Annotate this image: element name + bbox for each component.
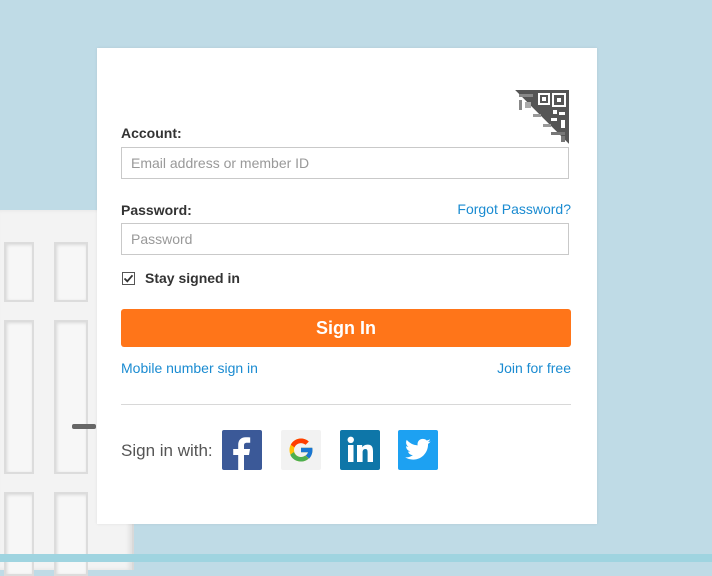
google-icon [289,438,314,462]
stay-signed-in-checkbox[interactable] [122,271,135,285]
qr-code-icon [515,90,569,144]
linkedin-icon [347,436,373,462]
sign-in-button[interactable]: Sign In [121,309,571,347]
google-sign-in-button[interactable] [281,430,321,470]
forgot-password-link[interactable]: Forgot Password? [457,201,571,217]
door-panel [4,320,34,474]
door-panel [54,242,88,302]
facebook-sign-in-button[interactable] [222,430,262,470]
checkmark-icon [123,274,134,283]
linkedin-sign-in-button[interactable] [340,430,380,470]
twitter-icon [405,438,431,460]
background-floor [0,554,712,562]
twitter-sign-in-button[interactable] [398,430,438,470]
door-handle [72,424,96,429]
sign-in-with-label: Sign in with: [121,441,213,460]
door-panel [54,320,88,474]
join-free-link[interactable]: Join for free [497,360,571,376]
divider [121,404,571,405]
door-panel [4,242,34,302]
door-panel [54,492,88,576]
login-card: Account: Password: Forgot Password? Stay… [97,48,597,524]
password-label: Password: [121,202,192,218]
qr-code-login-toggle[interactable] [515,90,569,144]
account-label: Account: [121,125,182,141]
mobile-sign-in-link[interactable]: Mobile number sign in [121,360,258,376]
password-input[interactable] [121,223,569,255]
account-input[interactable] [121,147,569,179]
door-panel [4,492,34,576]
stay-signed-in-row[interactable]: Stay signed in [121,270,240,286]
stay-signed-in-label: Stay signed in [145,270,240,286]
facebook-icon [233,437,251,470]
